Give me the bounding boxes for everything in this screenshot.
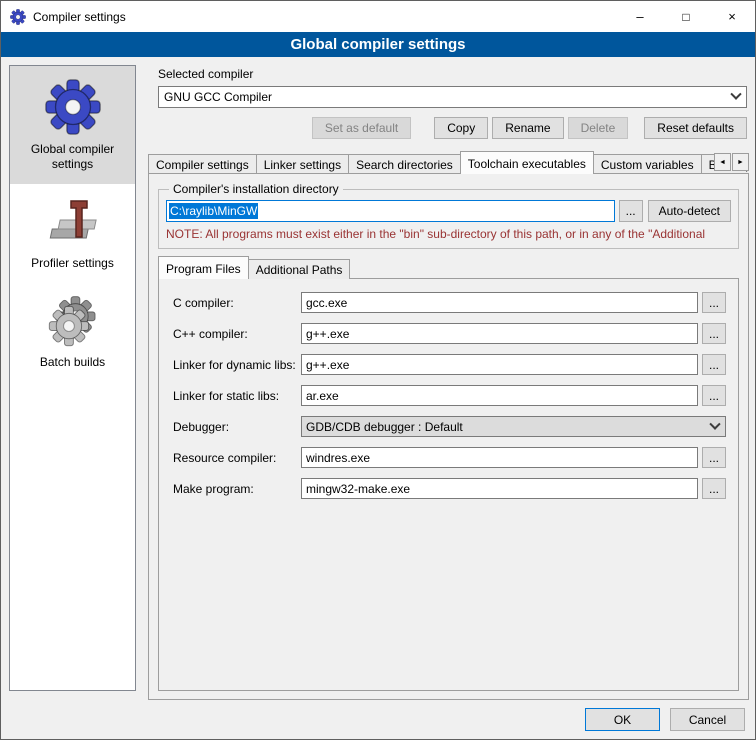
tab-additional-paths[interactable]: Additional Paths [248,259,351,279]
sidebar-item-profiler-settings[interactable]: Profiler settings [10,184,135,283]
app-gear-icon [10,9,26,25]
settings-tabstrip: Compiler settings Linker settings Search… [148,151,749,174]
sidebar-item-label: Global compiler settings [14,142,131,172]
arrow-right-icon: ► [737,159,744,166]
tab-linker-settings[interactable]: Linker settings [256,154,349,174]
installation-directory-group: Compiler's installation directory C:\ray… [158,182,739,249]
field-row-resource-compiler: Resource compiler: windres.exe ... [173,447,726,468]
tab-scroll-right-button[interactable]: ► [732,153,749,171]
blue-gear-icon [45,79,101,135]
resource-compiler-label: Resource compiler: [173,451,301,465]
field-row-c-compiler: C compiler: gcc.exe ... [173,292,726,313]
resource-compiler-value: windres.exe [306,451,370,465]
c-compiler-browse-button[interactable]: ... [702,292,726,313]
installation-directory-input[interactable]: C:\raylib\MinGW [166,200,615,222]
installation-directory-row: C:\raylib\MinGW ... Auto-detect [166,200,731,222]
rename-button[interactable]: Rename [492,117,563,139]
set-as-default-button[interactable]: Set as default [312,117,411,139]
cancel-button[interactable]: Cancel [670,708,745,731]
toolchain-executables-panel: Compiler's installation directory C:\ray… [148,173,749,700]
debugger-select[interactable]: GDB/CDB debugger : Default [301,416,726,437]
cpp-compiler-value: g++.exe [306,327,349,341]
copy-button[interactable]: Copy [434,117,488,139]
cpp-compiler-input[interactable]: g++.exe [301,323,698,344]
resource-compiler-browse-button[interactable]: ... [702,447,726,468]
debugger-value: GDB/CDB debugger : Default [306,420,463,434]
chevron-down-icon [730,89,741,100]
make-program-browse-button[interactable]: ... [702,478,726,499]
installation-directory-legend: Compiler's installation directory [169,182,343,196]
window-title: Compiler settings [33,10,126,24]
compiler-select-value: GNU GCC Compiler [164,90,272,104]
dialog-footer: OK Cancel [585,708,745,731]
resource-compiler-input[interactable]: windres.exe [301,447,698,468]
tab-scroll-left-button[interactable]: ◄ [714,153,731,171]
make-program-input[interactable]: mingw32-make.exe [301,478,698,499]
linker-static-input[interactable]: ar.exe [301,385,698,406]
linker-static-label: Linker for static libs: [173,389,301,403]
program-tabstrip: Program Files Additional Paths [158,257,739,279]
linker-static-value: ar.exe [306,389,339,403]
minimize-button[interactable]: – [617,1,663,32]
close-icon: × [728,9,736,24]
debugger-label: Debugger: [173,420,301,434]
field-row-cpp-compiler: C++ compiler: g++.exe ... [173,323,726,344]
make-program-label: Make program: [173,482,301,496]
linker-dynamic-input[interactable]: g++.exe [301,354,698,375]
c-compiler-label: C compiler: [173,296,301,310]
tab-program-files[interactable]: Program Files [158,256,249,279]
reset-defaults-button[interactable]: Reset defaults [644,117,747,139]
linker-dynamic-browse-button[interactable]: ... [702,354,726,375]
sidebar-item-batch-builds[interactable]: Batch builds [10,283,135,382]
tab-custom-variables[interactable]: Custom variables [593,154,702,174]
c-compiler-input[interactable]: gcc.exe [301,292,698,313]
tab-scroll-buttons: ◄ ► [714,153,749,171]
page-title: Global compiler settings [1,32,755,57]
minimize-icon: – [636,9,643,24]
linker-dynamic-value: g++.exe [306,358,349,372]
cpp-compiler-browse-button[interactable]: ... [702,323,726,344]
bin-subdirectory-note: NOTE: All programs must exist either in … [166,227,731,241]
compiler-settings-dialog: Compiler settings – □ × Global compiler … [0,0,756,740]
selected-compiler-label: Selected compiler [158,67,749,81]
tab-search-directories[interactable]: Search directories [348,154,461,174]
tab-compiler-settings[interactable]: Compiler settings [148,154,257,174]
installation-directory-value: C:\raylib\MinGW [169,203,258,219]
tab-toolchain-executables[interactable]: Toolchain executables [460,151,594,174]
make-program-value: mingw32-make.exe [306,482,410,496]
sidebar-item-label: Batch builds [40,355,105,370]
program-files-panel: C compiler: gcc.exe ... C++ compiler: g+… [158,278,739,691]
maximize-button[interactable]: □ [663,1,709,32]
compiler-actions: Set as default Copy Rename Delete Reset … [158,117,747,139]
ok-button[interactable]: OK [585,708,660,731]
field-row-make-program: Make program: mingw32-make.exe ... [173,478,726,499]
field-row-linker-dynamic: Linker for dynamic libs: g++.exe ... [173,354,726,375]
maximize-icon: □ [682,10,689,24]
sidebar-item-global-compiler-settings[interactable]: Global compiler settings [10,66,135,184]
sidebar-item-label: Profiler settings [31,256,114,271]
field-row-linker-static: Linker for static libs: ar.exe ... [173,385,726,406]
auto-detect-button[interactable]: Auto-detect [648,200,731,222]
linker-dynamic-label: Linker for dynamic libs: [173,358,301,372]
linker-static-browse-button[interactable]: ... [702,385,726,406]
chevron-down-icon [709,418,720,429]
delete-button[interactable]: Delete [568,117,629,139]
installation-directory-browse-button[interactable]: ... [619,200,643,222]
compiler-select[interactable]: GNU GCC Compiler [158,86,747,108]
hammer-blocks-icon [47,197,99,249]
gray-gears-icon [47,296,99,348]
main-content: Selected compiler GNU GCC Compiler Set a… [148,65,749,700]
settings-category-list: Global compiler settings Profiler settin… [9,65,136,691]
field-row-debugger: Debugger: GDB/CDB debugger : Default [173,416,726,437]
arrow-left-icon: ◄ [719,159,726,166]
cpp-compiler-label: C++ compiler: [173,327,301,341]
close-button[interactable]: × [709,1,755,32]
window-controls: – □ × [617,1,755,32]
c-compiler-value: gcc.exe [306,296,347,310]
titlebar[interactable]: Compiler settings – □ × [1,1,755,32]
